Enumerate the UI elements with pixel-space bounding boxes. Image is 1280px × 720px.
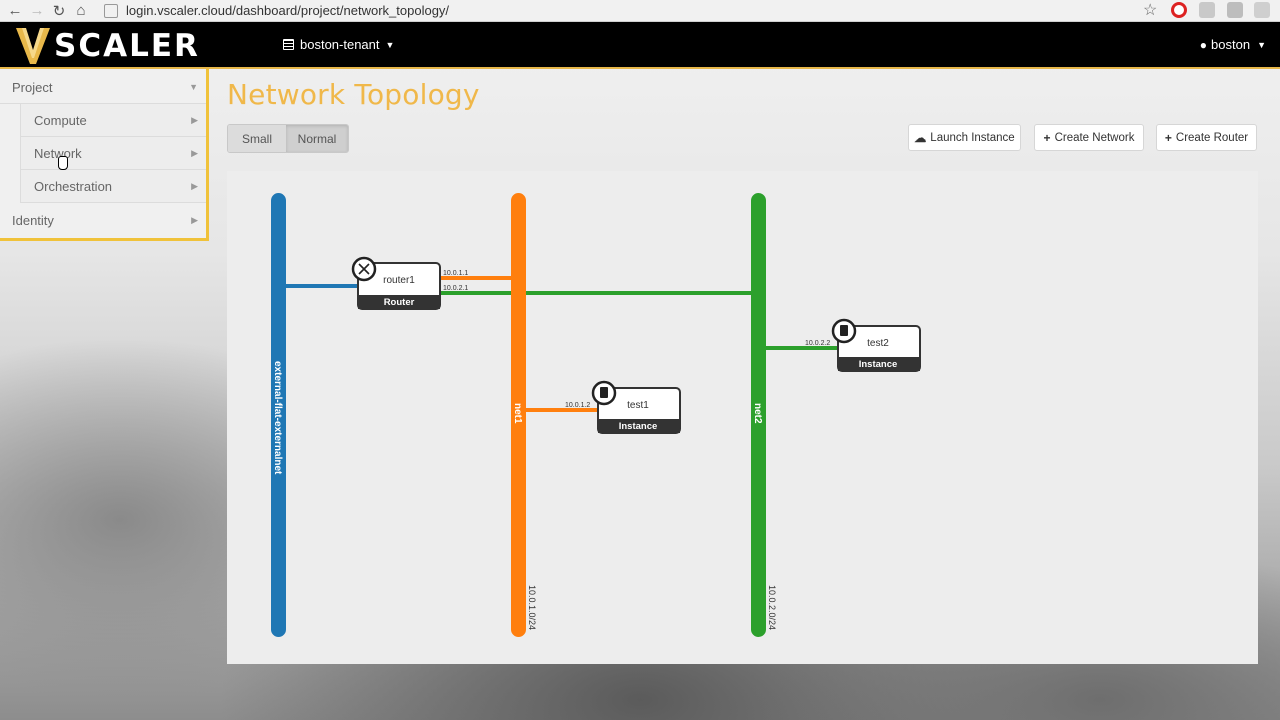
sidebar-item-identity[interactable]: Identity ▶ xyxy=(0,204,206,237)
ip-label: 10.0.1.2 xyxy=(565,402,590,409)
user-name: boston xyxy=(1211,37,1251,52)
tenant-name: boston-tenant xyxy=(300,37,380,52)
page-title: Network Topology xyxy=(227,78,480,111)
chevron-right-icon: ▶ xyxy=(191,114,198,125)
launch-instance-button[interactable]: ☁ Launch Instance xyxy=(908,124,1021,151)
network-name: external-flat-externalnet xyxy=(272,361,283,475)
network-net2[interactable]: net2 10.0.2.0/24 xyxy=(751,193,777,637)
size-toggle: Small Normal xyxy=(227,124,349,153)
chevron-right-icon: ▶ xyxy=(191,215,198,225)
normal-button[interactable]: Normal xyxy=(286,125,348,152)
sidebar-item-label: Identity xyxy=(12,213,54,228)
create-network-button[interactable]: + Create Network xyxy=(1034,124,1144,151)
logo-text: SCALER xyxy=(54,28,200,64)
user-menu[interactable]: ● boston ▼ xyxy=(1200,37,1266,52)
sidebar-item-compute[interactable]: Compute ▶ xyxy=(20,104,206,137)
button-label: Launch Instance xyxy=(930,131,1015,144)
network-net1[interactable]: net1 10.0.1.0/24 xyxy=(511,193,537,637)
plus-icon: + xyxy=(1164,130,1172,145)
page-icon xyxy=(104,3,118,18)
sidebar-item-label: Orchestration xyxy=(34,178,113,194)
instance-node-test1[interactable]: test1 Instance xyxy=(591,380,681,434)
node-name: test1 xyxy=(627,400,649,411)
small-button[interactable]: Small xyxy=(228,125,286,152)
chevron-down-icon: ▼ xyxy=(189,82,198,92)
upload-icon: ☁ xyxy=(914,130,927,145)
sidebar-item-orchestration[interactable]: Orchestration ▶ xyxy=(20,170,206,203)
extension-icon[interactable] xyxy=(1227,2,1243,18)
button-label: Create Network xyxy=(1054,131,1135,144)
node-type: Router xyxy=(384,297,415,308)
caret-down-icon: ▼ xyxy=(385,39,395,50)
network-name: net1 xyxy=(512,403,523,424)
app-header: SCALER boston-tenant ▼ ● boston ▼ xyxy=(0,22,1280,69)
router-node[interactable]: router1 Router xyxy=(351,256,441,310)
node-type: Instance xyxy=(859,359,898,370)
forward-arrow-icon[interactable]: → xyxy=(26,0,48,22)
sidebar: Project ▼ Compute ▶ Network ▶ Orchestrat… xyxy=(0,69,209,241)
sidebar-item-label: Project xyxy=(12,79,53,95)
extension-icon[interactable] xyxy=(1254,2,1270,18)
home-icon[interactable]: ⌂ xyxy=(70,0,92,22)
network-cidr: 10.0.1.0/24 xyxy=(527,585,537,630)
tenant-icon xyxy=(283,39,294,50)
mouse-cursor-icon xyxy=(58,156,68,170)
reload-icon[interactable]: ↻ xyxy=(48,0,70,22)
user-icon: ● xyxy=(1199,37,1208,52)
address-bar[interactable]: login.vscaler.cloud/dashboard/project/ne… xyxy=(104,1,1164,20)
button-label: Create Router xyxy=(1175,131,1249,144)
back-arrow-icon[interactable]: ← xyxy=(4,0,26,22)
sidebar-item-label: Compute xyxy=(34,112,87,128)
instance-node-test2[interactable]: test2 Instance xyxy=(831,318,921,372)
browser-toolbar: ← → ↻ ⌂ login.vscaler.cloud/dashboard/pr… xyxy=(0,0,1280,22)
ip-label: 10.0.2.1 xyxy=(443,285,468,292)
sidebar-item-network[interactable]: Network ▶ xyxy=(20,137,206,170)
network-name: net2 xyxy=(752,403,763,424)
caret-down-icon: ▼ xyxy=(1257,39,1266,50)
network-external[interactable]: external-flat-externalnet xyxy=(271,193,286,637)
plus-icon: + xyxy=(1043,130,1051,145)
ip-label: 10.0.1.1 xyxy=(443,270,468,277)
extension-icon[interactable] xyxy=(1199,2,1215,18)
opera-icon[interactable] xyxy=(1171,2,1187,18)
chevron-right-icon: ▶ xyxy=(191,180,198,191)
sidebar-item-project[interactable]: Project ▼ xyxy=(0,71,206,104)
url-text: login.vscaler.cloud/dashboard/project/ne… xyxy=(126,3,450,18)
topology-svg: external-flat-externalnet net1 10.0.1.0/… xyxy=(271,193,921,637)
chevron-right-icon: ▶ xyxy=(191,147,198,158)
star-icon[interactable]: ☆ xyxy=(1143,0,1157,20)
tenant-selector[interactable]: boston-tenant ▼ xyxy=(283,37,394,52)
topology-canvas: external-flat-externalnet net1 10.0.1.0/… xyxy=(227,171,1258,664)
node-name: router1 xyxy=(383,275,415,286)
create-router-button[interactable]: + Create Router xyxy=(1156,124,1257,151)
ip-label: 10.0.2.2 xyxy=(805,340,830,347)
vscaler-logo[interactable]: SCALER xyxy=(14,26,200,66)
logo-v-icon xyxy=(16,28,50,64)
node-name: test2 xyxy=(867,338,889,349)
network-cidr: 10.0.2.0/24 xyxy=(767,585,777,630)
node-type: Instance xyxy=(619,421,658,432)
